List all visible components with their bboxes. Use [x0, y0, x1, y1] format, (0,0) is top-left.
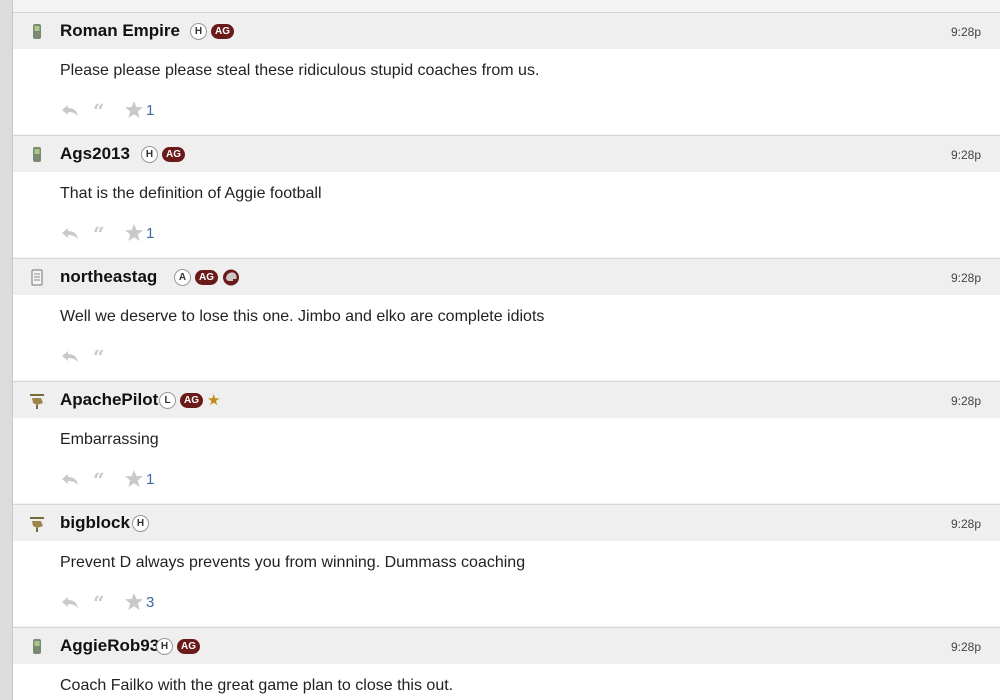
user-badges: L AG ★ [159, 392, 220, 409]
username[interactable]: northeastag [60, 267, 157, 287]
gold-star-icon: ★ [207, 392, 221, 409]
helicopter-icon [30, 517, 44, 532]
team-badge: AG [177, 639, 200, 654]
star-icon [125, 470, 143, 487]
level-badge: H [190, 23, 207, 40]
comment-post: Ags2013 H AG 9:28p That is the definitio… [13, 135, 1000, 257]
username[interactable]: AggieRob93 [60, 636, 159, 656]
reply-icon[interactable] [60, 223, 80, 243]
comment-feed: Roman Empire H AG 9:28p Please please pl… [12, 0, 1000, 700]
helmet-badge-icon [223, 269, 239, 286]
comment-header: AggieRob93 H AG 9:28p [13, 627, 1000, 664]
star-button[interactable]: 1 [124, 223, 154, 243]
level-badge: L [159, 392, 176, 409]
comment-post: bigblock H 9:28p Prevent D always preven… [13, 504, 1000, 626]
comment-actions: “ 1 [60, 100, 154, 120]
star-count: 1 [146, 224, 155, 242]
post-time: 9:28p [950, 394, 981, 408]
comment-header: northeastag A AG 9:28p [13, 258, 1000, 295]
star-button[interactable]: 1 [124, 469, 154, 489]
helicopter-icon [30, 394, 44, 409]
level-badge: A [174, 269, 191, 286]
star-icon [125, 101, 143, 118]
comment-text: That is the definition of Aggie football [60, 185, 322, 202]
username[interactable]: bigblock [60, 513, 130, 533]
svg-text:“: “ [93, 592, 105, 612]
reply-icon[interactable] [60, 592, 80, 612]
team-badge: AG [162, 147, 185, 162]
comment-text: Coach Failko with the great game plan to… [60, 677, 454, 694]
comment-header: Roman Empire H AG 9:28p [13, 12, 1000, 49]
user-badges: H AG [156, 638, 200, 655]
svg-text:“: “ [93, 346, 105, 366]
username[interactable]: Ags2013 [60, 144, 130, 164]
level-badge: H [141, 146, 158, 163]
comment-actions: “ 1 [60, 469, 154, 489]
user-badges: H AG [141, 146, 185, 163]
quote-icon[interactable]: “ [92, 469, 112, 489]
comment-post: ApachePilot L AG ★ 9:28p Embarrassing “ … [13, 381, 1000, 503]
comment-text: Embarrassing [60, 431, 159, 448]
comment-text: Please please please steal these ridicul… [60, 62, 540, 79]
comment-header: bigblock H 9:28p [13, 504, 1000, 541]
comment-post: Roman Empire H AG 9:28p Please please pl… [13, 12, 1000, 134]
comment-text: Prevent D always prevents you from winni… [60, 554, 526, 571]
star-button[interactable]: 3 [124, 592, 154, 612]
quote-icon[interactable]: “ [92, 346, 112, 366]
post-time: 9:28p [950, 25, 981, 39]
star-count: 3 [146, 593, 155, 611]
post-time: 9:28p [950, 271, 981, 285]
phone-icon [33, 24, 41, 39]
comment-actions: “ 1 [60, 223, 154, 243]
comment-actions: “ 3 [60, 592, 154, 612]
user-badges: H AG [190, 23, 234, 40]
quote-icon[interactable]: “ [92, 100, 112, 120]
team-badge: AG [180, 393, 203, 408]
user-badges: H [132, 515, 149, 532]
comment-post: northeastag A AG 9:28p Well we deserve t… [13, 258, 1000, 380]
username[interactable]: Roman Empire [60, 21, 180, 41]
phone-icon [33, 639, 41, 654]
level-badge: H [132, 515, 149, 532]
post-time: 9:28p [950, 517, 981, 531]
star-button[interactable]: 1 [124, 100, 154, 120]
comment-text: Well we deserve to lose this one. Jimbo … [60, 308, 545, 325]
star-count: 1 [146, 101, 155, 119]
comment-post: AggieRob93 H AG 9:28p Coach Failko with … [13, 627, 1000, 700]
comment-header: ApachePilot L AG ★ 9:28p [13, 381, 1000, 418]
reply-icon[interactable] [60, 469, 80, 489]
svg-text:“: “ [93, 223, 105, 243]
post-time: 9:28p [950, 640, 981, 654]
quote-icon[interactable]: “ [92, 223, 112, 243]
user-badges: A AG [174, 269, 240, 286]
comment-header: Ags2013 H AG 9:28p [13, 135, 1000, 172]
username[interactable]: ApachePilot [60, 390, 158, 410]
document-icon [31, 269, 43, 286]
svg-text:“: “ [93, 100, 105, 120]
star-icon [125, 593, 143, 610]
phone-icon [33, 147, 41, 162]
reply-icon[interactable] [60, 346, 80, 366]
svg-text:“: “ [93, 469, 105, 489]
post-time: 9:28p [950, 148, 981, 162]
star-icon [125, 224, 143, 241]
team-badge: AG [211, 24, 234, 39]
reply-icon[interactable] [60, 100, 80, 120]
star-count: 1 [146, 470, 155, 488]
comment-actions: “ [60, 346, 112, 366]
level-badge: H [156, 638, 173, 655]
quote-icon[interactable]: “ [92, 592, 112, 612]
team-badge: AG [195, 270, 218, 285]
